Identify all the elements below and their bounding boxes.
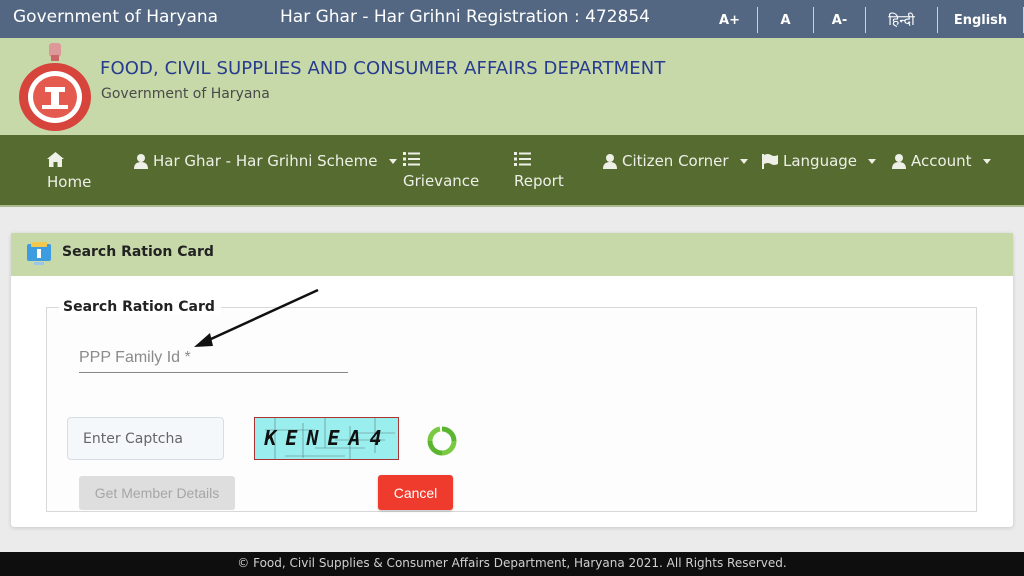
- font-increase-button[interactable]: A+: [702, 7, 758, 33]
- registration-count: Har Ghar - Har Grihni Registration : 472…: [280, 7, 650, 27]
- brand-header: FOOD, CIVIL SUPPLIES AND CONSUMER AFFAIR…: [0, 38, 1024, 135]
- nav-home[interactable]: Home: [47, 152, 91, 191]
- nav-scheme-dropdown[interactable]: Har Ghar - Har Grihni Scheme: [134, 152, 397, 170]
- captcha-image: KENEA4: [254, 417, 399, 460]
- panel-header: Search Ration Card: [11, 233, 1013, 276]
- captcha-text: KENEA4: [264, 426, 391, 450]
- nav-grievance-label: Grievance: [403, 172, 480, 190]
- nav-scheme-label: Har Ghar - Har Grihni Scheme: [153, 152, 378, 170]
- chevron-down-icon: [739, 158, 748, 164]
- search-card-icon: [27, 242, 51, 265]
- captcha-input[interactable]: [67, 417, 224, 460]
- list-icon: [403, 152, 420, 166]
- annotation-arrow: [194, 288, 319, 347]
- accessibility-tools: A+ A A- हिन्दी English: [702, 7, 1024, 33]
- main-navigation: Home Har Ghar - Har Grihni Scheme Grieva…: [0, 135, 1024, 207]
- nav-report[interactable]: Report: [514, 152, 564, 190]
- user-icon: [892, 153, 906, 169]
- refresh-captcha-icon[interactable]: [427, 426, 457, 456]
- panel-title: Search Ration Card: [62, 244, 214, 260]
- chevron-down-icon: [388, 158, 397, 164]
- language-english-button[interactable]: English: [938, 7, 1024, 33]
- cancel-button[interactable]: Cancel: [378, 475, 453, 510]
- nav-language-dropdown[interactable]: Language: [762, 152, 877, 170]
- list-icon: [514, 152, 531, 166]
- user-icon: [603, 153, 617, 169]
- nav-account-label: Account: [911, 152, 972, 170]
- nav-home-label: Home: [47, 173, 92, 191]
- top-bar: Government of Haryana Har Ghar - Har Gri…: [0, 0, 1024, 38]
- font-decrease-button[interactable]: A-: [814, 7, 866, 33]
- footer: © Food, Civil Supplies & Consumer Affair…: [0, 552, 1024, 576]
- flag-icon: [762, 153, 778, 169]
- nav-report-label: Report: [514, 172, 564, 190]
- nav-language-label: Language: [783, 152, 858, 170]
- nav-citizen-dropdown[interactable]: Citizen Corner: [603, 152, 748, 170]
- chevron-down-icon: [868, 158, 877, 164]
- government-label: Government of Haryana: [13, 7, 219, 27]
- department-subtitle: Government of Haryana: [101, 86, 270, 102]
- nav-citizen-label: Citizen Corner: [622, 152, 729, 170]
- haryana-emblem-icon: [19, 43, 91, 131]
- department-title: FOOD, CIVIL SUPPLIES AND CONSUMER AFFAIR…: [100, 58, 666, 79]
- search-ration-card-panel: Search Ration Card Search Ration Card KE…: [11, 233, 1013, 527]
- font-normal-button[interactable]: A: [758, 7, 814, 33]
- user-icon: [134, 153, 148, 169]
- nav-account-dropdown[interactable]: Account: [892, 152, 991, 170]
- nav-grievance[interactable]: Grievance: [403, 152, 479, 190]
- get-member-details-button[interactable]: Get Member Details: [79, 476, 235, 510]
- home-icon: [47, 152, 64, 167]
- language-hindi-button[interactable]: हिन्दी: [866, 7, 938, 33]
- chevron-down-icon: [982, 158, 991, 164]
